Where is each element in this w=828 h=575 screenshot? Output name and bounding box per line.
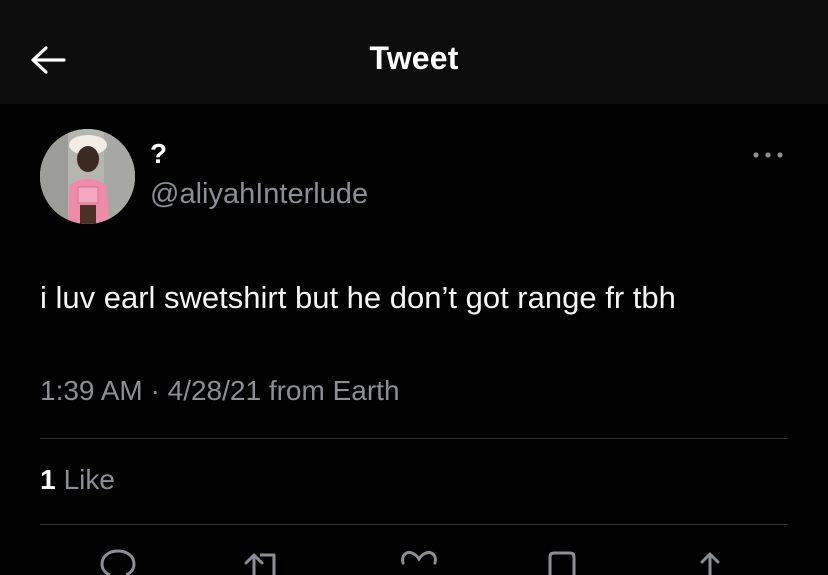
likes-count: 1 — [40, 464, 56, 495]
avatar[interactable] — [40, 129, 135, 224]
likes-label: Like — [63, 464, 115, 495]
top-bar: Tweet — [0, 0, 828, 104]
page-title: Tweet — [369, 40, 459, 76]
meta-separator: · — [150, 375, 160, 406]
tweet-text: i luv earl swetshirt but he don’t got ra… — [40, 280, 676, 315]
author-handle[interactable]: @aliyahInterlude — [150, 178, 368, 211]
tweet-meta: 1:39 AM · 4/28/21 from Earth — [40, 375, 400, 407]
likes-count-link[interactable]: 1 Like — [40, 464, 115, 496]
tweet-time[interactable]: 1:39 AM — [40, 375, 143, 406]
divider — [40, 524, 788, 525]
tweet-date[interactable]: 4/28/21 — [168, 375, 261, 406]
author-display-name[interactable]: ? — [150, 138, 167, 170]
tweet-source: from Earth — [268, 375, 400, 406]
divider — [40, 438, 788, 439]
more-options-button[interactable] — [748, 143, 788, 167]
more-horizontal-icon — [753, 152, 783, 158]
